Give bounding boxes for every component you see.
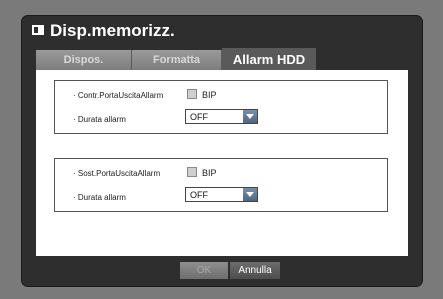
storage-dialog: Disp.memorizz. Dispos. Formatta Allarm H… [22,16,422,286]
replace-alarm-port-label: · Sost.PortaUscitaAllarm [73,169,161,178]
check-alarm-bip-checkbox[interactable] [187,89,197,99]
ok-button[interactable]: OK [180,262,228,279]
check-alarm-duration-label: · Durata allarm [73,115,126,124]
window-title: Disp.memorizz. [50,21,175,40]
chevron-down-icon[interactable] [243,110,257,123]
replace-alarm-duration-select[interactable]: OFF [185,187,258,202]
tab-formatta[interactable]: Formatta [132,50,222,70]
chevron-down-icon[interactable] [243,188,257,201]
cancel-button[interactable]: Annulla [230,262,280,279]
check-alarm-port-label: · Contr.PortaUscitaAllarm [73,91,164,100]
replace-alarm-duration-label: · Durata allarm [73,193,126,202]
tab-bar: Dispos. Formatta Allarm HDD [36,48,408,70]
tab-content: · Contr.PortaUscitaAllarm BIP · Durata a… [36,70,408,256]
replace-alarm-bip-label: BIP [202,168,217,178]
tab-dispos[interactable]: Dispos. [36,50,132,70]
check-alarm-bip-label: BIP [202,90,217,100]
title-bar: Disp.memorizz. [22,16,422,44]
replace-alarm-group: · Sost.PortaUscitaAllarm BIP · Durata al… [54,158,388,212]
check-alarm-duration-select[interactable]: OFF [185,109,258,124]
check-alarm-group: · Contr.PortaUscitaAllarm BIP · Durata a… [54,80,388,134]
replace-alarm-duration-value: OFF [190,190,208,200]
storage-icon [32,25,44,35]
tab-allarm-hdd[interactable]: Allarm HDD [222,48,316,70]
check-alarm-duration-value: OFF [190,112,208,122]
replace-alarm-bip-checkbox[interactable] [187,167,197,177]
